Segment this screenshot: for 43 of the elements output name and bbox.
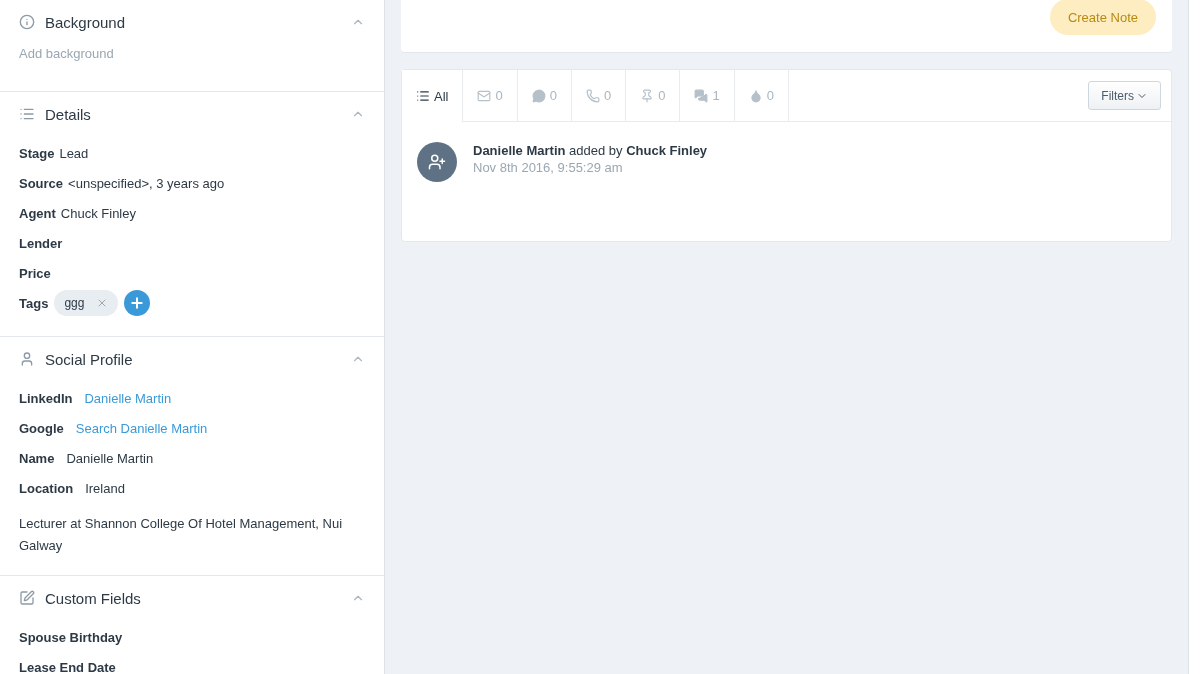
section-icon	[19, 351, 35, 367]
add-background-placeholder[interactable]: Add background	[19, 46, 365, 61]
chat-icon	[694, 88, 709, 103]
field-value: <unspecified>, 3 years ago	[68, 175, 225, 191]
filters-button[interactable]: Filters	[1088, 81, 1161, 110]
user-add-avatar	[417, 142, 457, 182]
field-value: Chuck Finley	[60, 205, 136, 221]
section-title: Background	[45, 13, 127, 31]
field-label: Agent	[19, 205, 56, 221]
add-tag-button[interactable]	[124, 290, 151, 316]
pin-icon	[640, 88, 655, 103]
field-value: Danielle Martin	[66, 450, 154, 466]
profile-link[interactable]: Danielle Martin	[84, 390, 172, 406]
field-label: Spouse Birthday	[19, 629, 123, 645]
section-title: Social Profile	[45, 350, 134, 368]
event-text: Danielle Martin added by Chuck Finley	[473, 143, 708, 158]
field-label: Location	[19, 480, 74, 496]
event-time: Nov 8th 2016, 9:55:29 am	[473, 160, 624, 175]
bio-text: Lecturer at Shannon College Of Hotel Management, Nui Galway	[19, 515, 344, 555]
field-label: Stage	[19, 145, 55, 161]
activity-tab[interactable]: All	[402, 70, 464, 122]
profile-link[interactable]: Search Danielle Martin	[75, 420, 208, 436]
section-title: Custom Fields	[45, 589, 142, 607]
message-icon	[531, 88, 546, 103]
section-icon	[19, 106, 35, 122]
field-label: Lender	[19, 235, 63, 251]
section-title: Details	[45, 105, 92, 123]
field-label: Source	[19, 175, 64, 191]
call-icon	[585, 88, 600, 103]
email-icon	[477, 88, 492, 103]
drop-icon	[748, 88, 763, 103]
field-label: LinkedIn	[19, 390, 73, 406]
field-label: Google	[19, 420, 64, 436]
section-icon	[19, 590, 35, 606]
tag-chip: ggg	[54, 290, 119, 316]
field-label: Name	[19, 450, 55, 466]
field-label: Price	[19, 265, 51, 281]
field-label: Lease End Date	[19, 659, 116, 674]
field-label: Tags	[19, 295, 49, 311]
field-value: Lead	[59, 145, 89, 161]
section-icon	[19, 14, 35, 30]
all-icon	[416, 89, 430, 103]
field-value: Ireland	[85, 480, 125, 496]
